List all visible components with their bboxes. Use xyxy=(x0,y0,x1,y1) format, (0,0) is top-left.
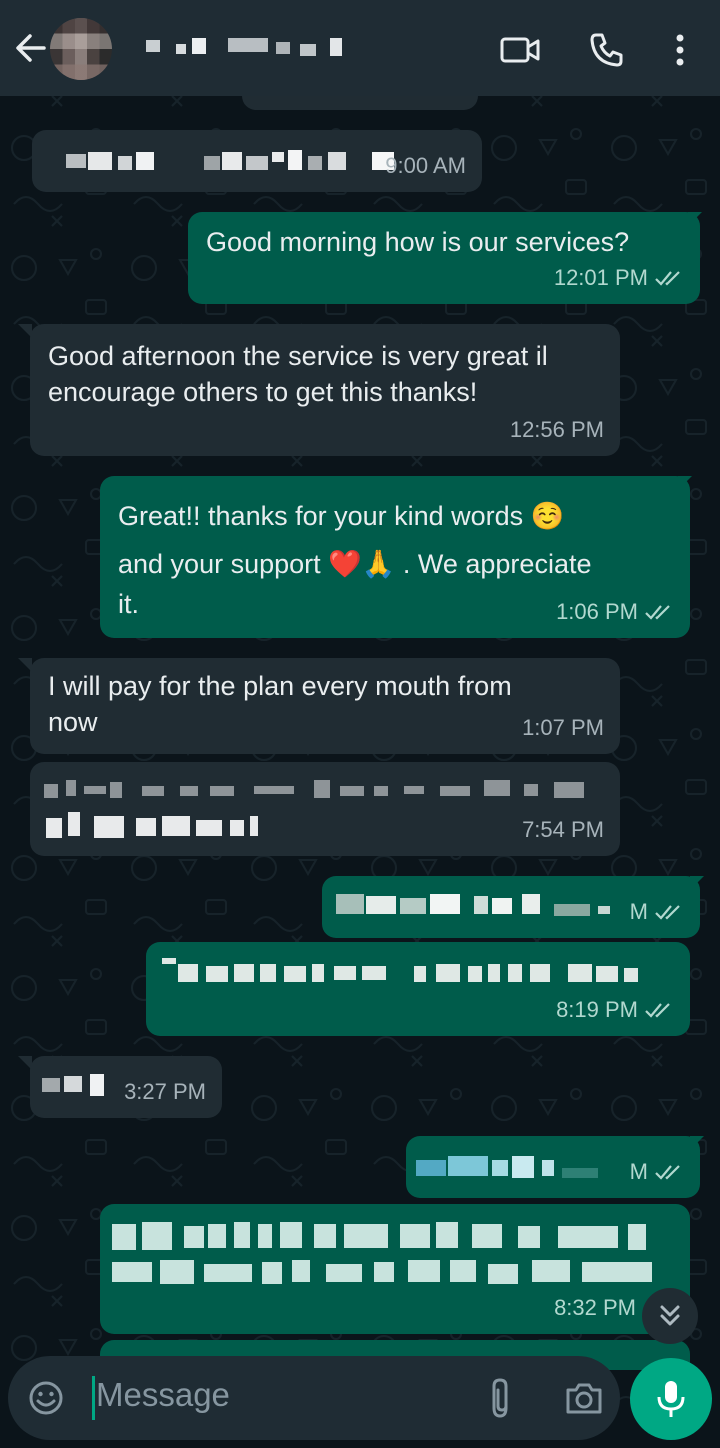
voice-call-icon xyxy=(590,33,623,67)
message-incoming[interactable]: 7:54 PM xyxy=(30,762,620,856)
more-options-icon xyxy=(676,34,684,66)
message-meta: 1:07 PM xyxy=(522,710,604,746)
double-chevron-down-icon xyxy=(660,1305,680,1326)
message-text: Great!! thanks for your kind words ☺️ an… xyxy=(118,501,592,619)
message-meta: 8:32 PM xyxy=(554,1290,636,1326)
more-options-button[interactable] xyxy=(658,28,702,72)
blurred-text xyxy=(44,780,584,838)
read-receipt-icon xyxy=(655,271,680,286)
blurred-text xyxy=(112,1222,652,1284)
message-text: Good afternoon the service is very great… xyxy=(48,341,548,407)
message-time: 1:06 PM xyxy=(556,599,638,624)
message-meta: 8:19 PM xyxy=(556,992,674,1028)
message-composer: Message xyxy=(8,1356,620,1440)
message-time: 8:32 PM xyxy=(554,1295,636,1320)
chat-header xyxy=(0,0,720,96)
message-input[interactable]: Message xyxy=(96,1376,230,1414)
message-outgoing[interactable]: 8:19 PM xyxy=(146,942,690,1036)
message-text: I will pay for the plan every mouth from… xyxy=(48,671,512,737)
message-meta: 9:00 AM xyxy=(385,148,466,184)
emoji-icon[interactable] xyxy=(28,1380,64,1416)
message-time: 12:56 PM xyxy=(509,417,604,442)
message-outgoing[interactable]: M xyxy=(406,1136,700,1198)
message-time: 7:54 PM xyxy=(522,817,604,842)
mic-icon xyxy=(657,1381,685,1417)
contact-name[interactable] xyxy=(140,36,360,58)
back-arrow-icon xyxy=(16,34,46,62)
message-outgoing[interactable]: M xyxy=(322,876,700,938)
blurred-text xyxy=(66,150,394,170)
message-meta: 12:56 PM xyxy=(510,412,604,448)
text-cursor xyxy=(92,1376,95,1420)
read-receipt-icon xyxy=(655,1165,680,1180)
message-outgoing[interactable]: Great!! thanks for your kind words ☺️ an… xyxy=(100,476,690,638)
message-time: 8:19 PM xyxy=(556,997,638,1022)
message-meta: M xyxy=(630,1154,684,1190)
message-meta: 3:27 PM xyxy=(124,1074,206,1110)
camera-icon[interactable] xyxy=(564,1380,604,1416)
avatar[interactable] xyxy=(50,18,112,80)
blurred-text xyxy=(162,958,638,982)
message-incoming[interactable]: 3:27 PM xyxy=(30,1056,222,1118)
scroll-to-bottom-button[interactable] xyxy=(642,1288,698,1344)
read-receipt-icon xyxy=(645,1003,670,1018)
read-receipt-icon xyxy=(645,605,670,620)
message-time: 9:00 AM xyxy=(385,153,466,178)
message-meta: M xyxy=(630,894,684,930)
message-incoming[interactable]: 9:00 AM xyxy=(32,130,482,192)
video-call-icon xyxy=(500,37,540,63)
blurred-text xyxy=(336,894,610,916)
message-outgoing[interactable]: Good morning how is our services? 12:01 … xyxy=(188,212,700,304)
message-incoming[interactable]: Good afternoon the service is very great… xyxy=(30,324,620,456)
message-outgoing[interactable]: 8:32 PM xyxy=(100,1204,690,1334)
message-incoming[interactable]: I will pay for the plan every mouth from… xyxy=(30,658,620,754)
message-meta: 12:01 PM xyxy=(554,260,684,296)
attach-icon[interactable] xyxy=(486,1376,516,1420)
video-call-button[interactable] xyxy=(498,28,542,72)
voice-record-button[interactable] xyxy=(630,1358,712,1440)
message-time: M xyxy=(629,899,648,924)
message-text: Good morning how is our services? xyxy=(206,227,630,257)
message-meta: 7:54 PM xyxy=(522,812,604,848)
back-button[interactable] xyxy=(12,28,48,68)
message-time: 3:27 PM xyxy=(124,1079,206,1104)
message-meta: 1:06 PM xyxy=(556,594,674,630)
message-time: 12:01 PM xyxy=(553,265,648,290)
read-receipt-icon xyxy=(655,905,680,920)
blurred-text xyxy=(42,1074,104,1096)
voice-call-button[interactable] xyxy=(584,28,628,72)
blurred-text xyxy=(416,1156,598,1178)
message-time: M xyxy=(629,1159,648,1184)
message-time: 1:07 PM xyxy=(522,715,604,740)
